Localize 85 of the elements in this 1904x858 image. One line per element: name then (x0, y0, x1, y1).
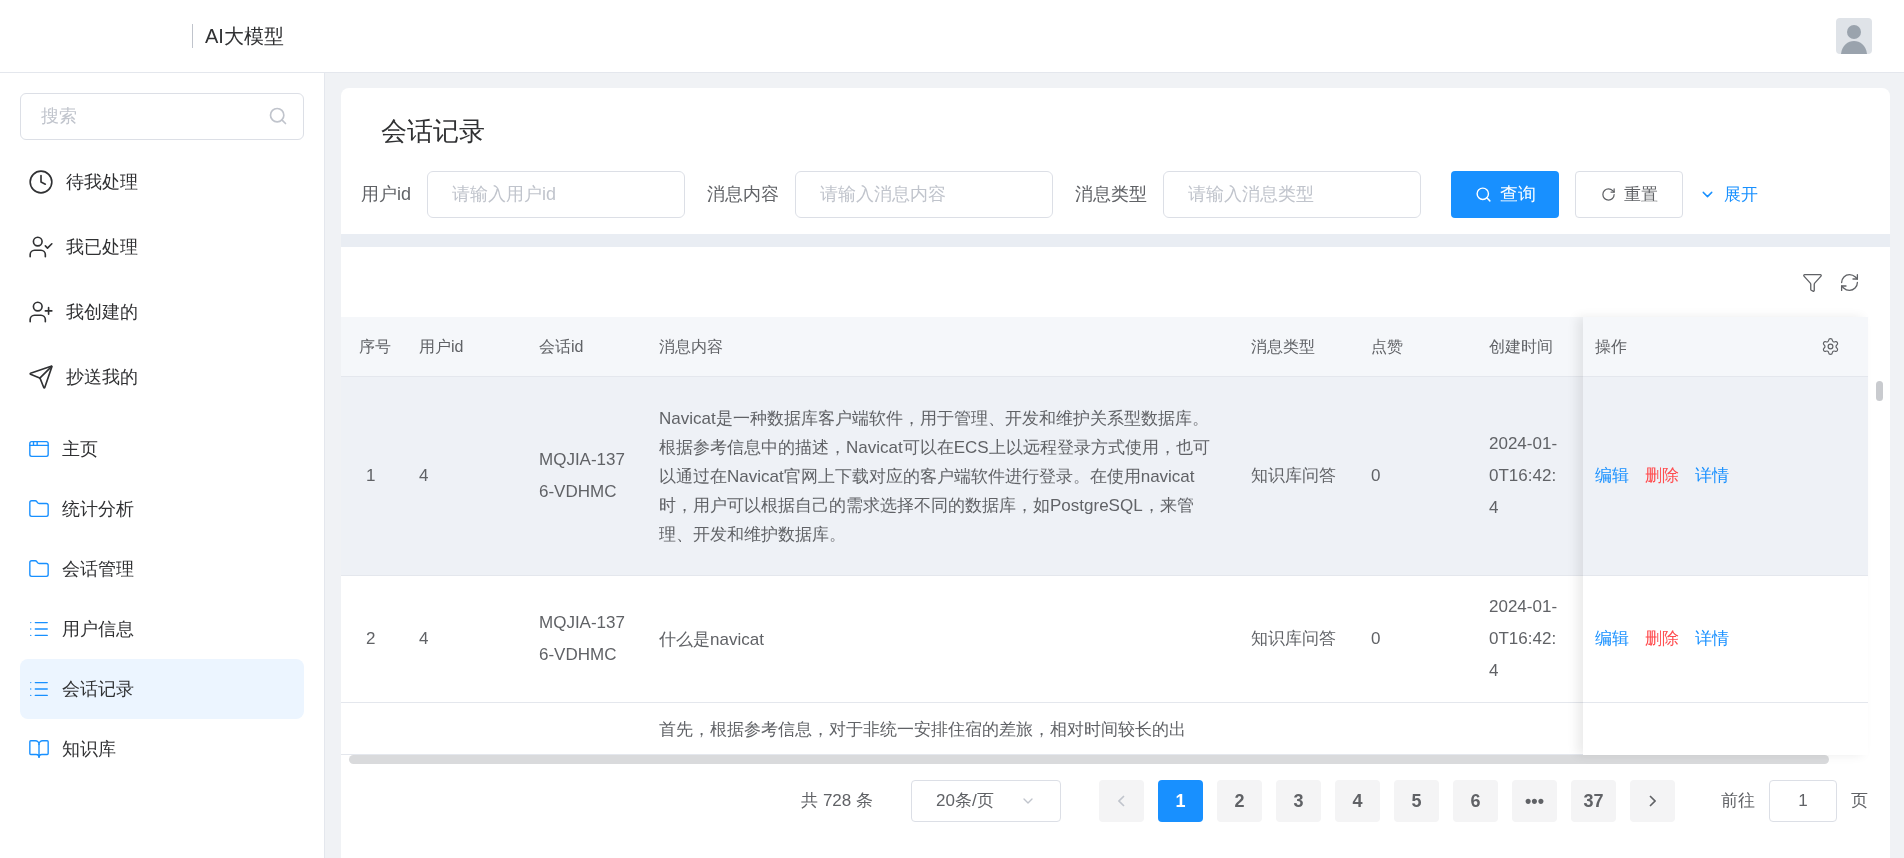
reset-icon (1600, 187, 1616, 202)
filter-icon[interactable] (1802, 271, 1823, 293)
sidebar-item[interactable]: 我创建的 (20, 282, 304, 342)
expand-link[interactable]: 展开 (1699, 181, 1758, 208)
window-icon (28, 438, 50, 460)
table-cell-text: Navicat是一种数据库客户端软件，用于管理、开发和维护关系型数据库。根据参考信息中的描述，Navicat可以在ECS上以远程登录方式使用，也可以通过在Navicat官网上下载对应的客户端软件进行登录。在使用navicat时，用户可以根据自己的需求选择不同的数据库，如PostgreSQL，来管理、开发和维护数据库。 (659, 407, 1211, 546)
column-header: 序号 (359, 337, 391, 355)
table-cell: 0 (1371, 466, 1381, 486)
table-cell: 1 (366, 466, 376, 486)
page-button[interactable]: 6 (1453, 780, 1498, 822)
search-icon (1474, 186, 1492, 203)
table-cell-text: 什么是navicat (659, 628, 765, 651)
filter-field[interactable]: 请输入消息类型 (1163, 171, 1421, 218)
sidebar-item[interactable]: 抄送我的 (20, 347, 304, 407)
filter-label: 用户id (361, 183, 411, 206)
sidebar-item[interactable]: 会话管理 (20, 539, 304, 599)
table-cell-text: 首先，根据参考信息，对于非统一安排住宿的差旅，相对时间较长的出 (659, 719, 1187, 741)
page-button[interactable]: 37 (1571, 780, 1616, 822)
sidebar-item[interactable]: 用户信息 (20, 599, 304, 659)
column-header: 消息类型 (1251, 337, 1315, 355)
table-cell: 知识库问答 (1251, 466, 1336, 486)
action-link[interactable]: 详情 (1695, 626, 1729, 652)
avatar-icon (1836, 18, 1872, 54)
column-header: 用户id (419, 337, 464, 355)
horizontal-scrollbar[interactable] (349, 755, 1829, 764)
action-link[interactable]: 编辑 (1595, 463, 1629, 489)
sidebar-item[interactable]: 主页 (20, 419, 304, 479)
chevron-right-icon (1649, 795, 1656, 807)
settings-icon[interactable] (1821, 337, 1840, 356)
column-header: 会话id (539, 337, 584, 355)
sidebar-item[interactable]: 会话记录 (20, 659, 304, 719)
goto-field[interactable]: 1 (1769, 780, 1837, 822)
page-button[interactable]: 3 (1276, 780, 1321, 822)
total-count: 共 728 条 (801, 790, 873, 813)
filter-label: 消息内容 (707, 183, 779, 206)
page-button[interactable]: 2 (1217, 780, 1262, 822)
table-cell: 4 (419, 466, 429, 486)
search-field[interactable]: 搜索 (20, 93, 304, 140)
action-link[interactable]: 删除 (1645, 626, 1679, 652)
table-cell-text: MQJIA-1376-VDHMC (539, 612, 626, 666)
page-button[interactable]: 1 (1158, 780, 1203, 822)
page-button[interactable]: 5 (1394, 780, 1439, 822)
user-plus-icon (28, 299, 54, 325)
filter-field[interactable]: 请输入消息内容 (795, 171, 1053, 218)
page-button[interactable]: 4 (1335, 780, 1380, 822)
search-button[interactable]: 查询 (1451, 171, 1559, 218)
filter-field[interactable]: 请输入用户id (427, 171, 685, 218)
table-cell: 2 (366, 629, 376, 649)
vertical-scrollbar[interactable] (1875, 381, 1883, 401)
filter-label: 消息类型 (1075, 183, 1147, 206)
page-size-select[interactable]: 20条/页 (911, 780, 1061, 822)
column-header: 创建时间 (1489, 337, 1553, 355)
table-cell-text: 2024-01- 0T16:42: 4 (1489, 433, 1559, 519)
goto-suffix: 页 (1851, 790, 1868, 813)
action-link[interactable]: 详情 (1695, 463, 1729, 489)
table-cell: 4 (419, 629, 429, 649)
action-link[interactable]: 编辑 (1595, 626, 1629, 652)
clock-icon (28, 169, 54, 195)
sidebar-item[interactable]: 统计分析 (20, 479, 304, 539)
next-page-button[interactable] (1630, 780, 1675, 822)
reset-button[interactable]: 重置 (1575, 171, 1683, 218)
user-check-icon (28, 234, 54, 260)
table-cell: 0 (1371, 629, 1381, 649)
page-title: 会话记录 (380, 115, 486, 148)
folder-icon (28, 558, 50, 580)
book-icon (28, 738, 50, 760)
chevron-left-icon (1118, 795, 1125, 807)
app-title: AI大模型 (205, 24, 284, 49)
table-cell: 知识库问答 (1251, 629, 1336, 649)
sidebar-item[interactable]: 待我处理 (20, 152, 304, 212)
column-header: 操作 (1595, 336, 1627, 357)
action-link[interactable]: 删除 (1645, 463, 1679, 489)
table-cell-text: 2024-01- 0T16:42: 4 (1489, 596, 1559, 682)
table-cell-text: MQJIA-1376-VDHMC (539, 449, 626, 503)
folder-icon (28, 498, 50, 520)
goto-label: 前往 (1721, 790, 1755, 813)
refresh-icon[interactable] (1839, 271, 1860, 293)
search-icon (268, 106, 288, 126)
sidebar-item[interactable]: 知识库 (20, 719, 304, 779)
column-header: 点赞 (1371, 337, 1403, 355)
paper-plane-icon (28, 364, 54, 390)
sidebar-item[interactable]: 我已处理 (20, 217, 304, 277)
previous-page-button[interactable] (1099, 780, 1144, 822)
page-button[interactable]: ••• (1512, 780, 1557, 822)
column-header: 消息内容 (659, 337, 723, 355)
